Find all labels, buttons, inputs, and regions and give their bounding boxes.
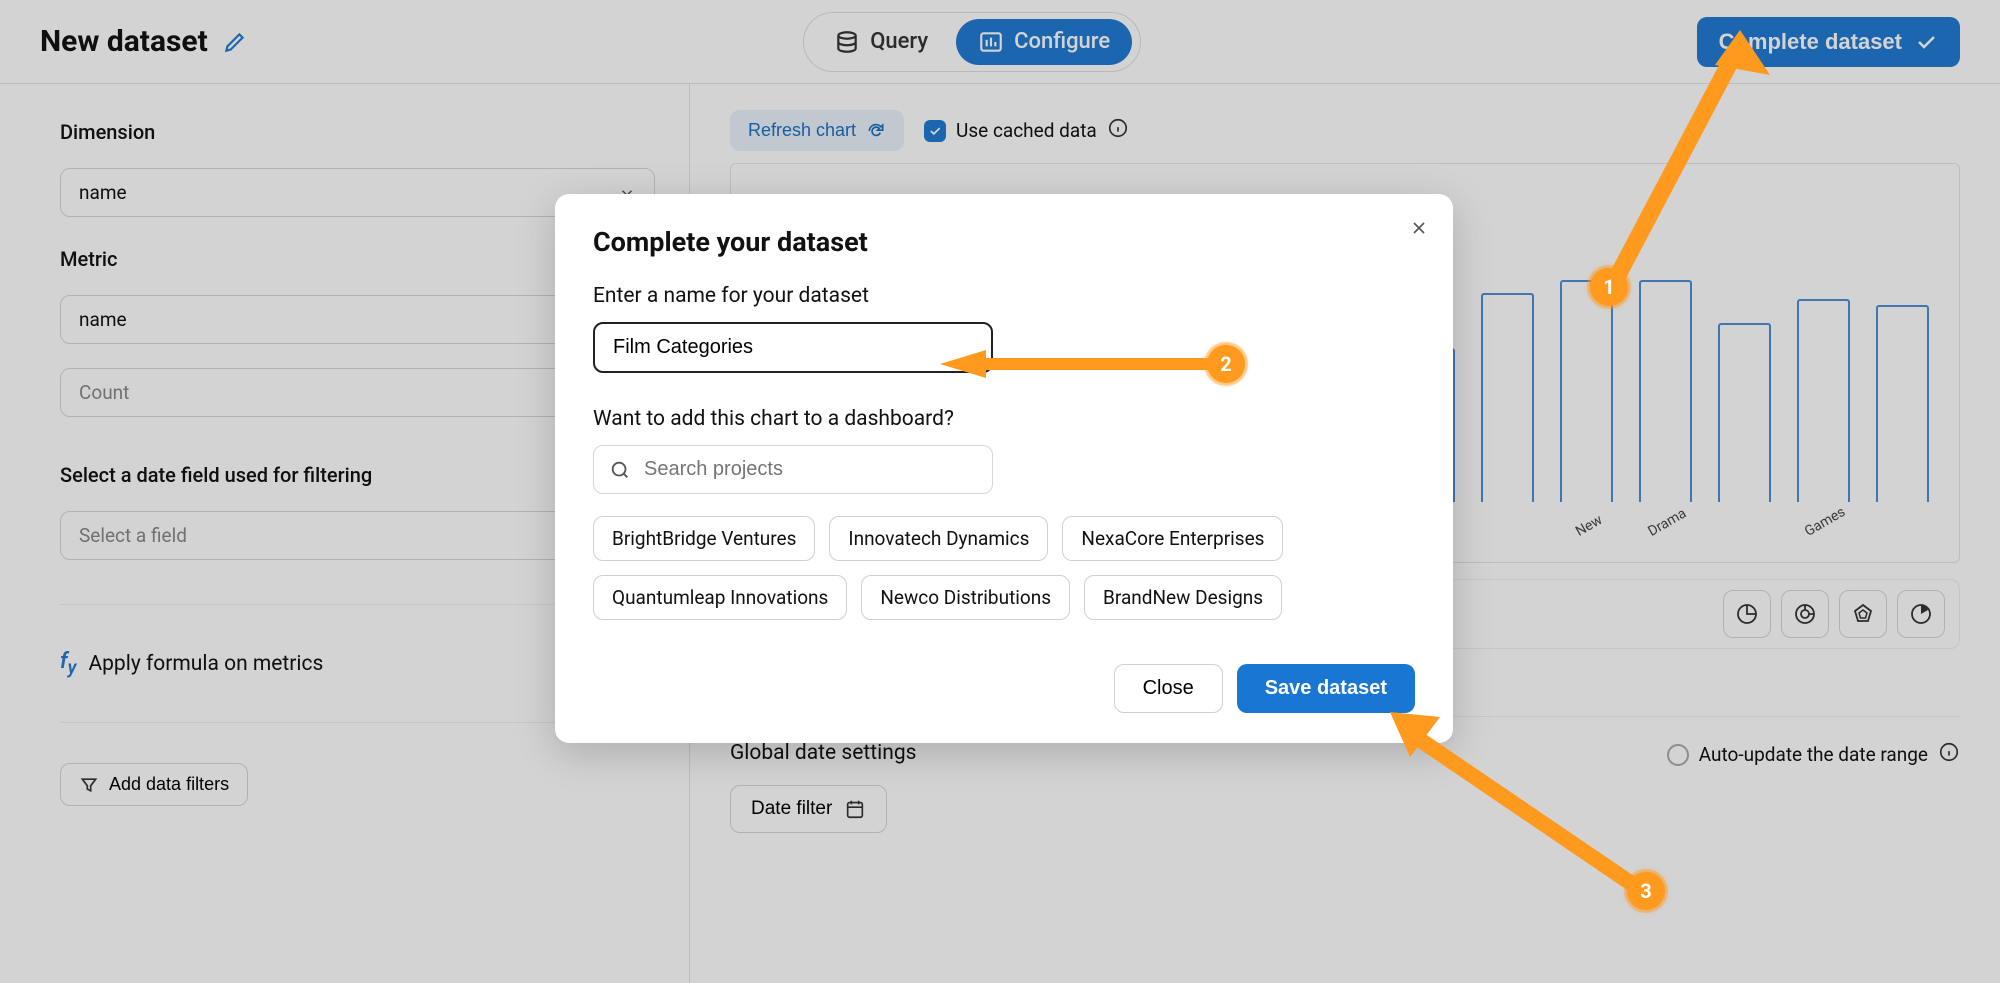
project-chip[interactable]: Newco Distributions bbox=[861, 575, 1070, 620]
modal-close-footer-button[interactable]: Close bbox=[1114, 664, 1223, 713]
modal-close-button[interactable] bbox=[1409, 218, 1429, 241]
project-search-input[interactable] bbox=[593, 445, 993, 494]
project-chips: BrightBridge Ventures Innovatech Dynamics… bbox=[593, 516, 1415, 620]
modal-title: Complete your dataset bbox=[593, 226, 1415, 258]
annotation-marker-1: 1 bbox=[1590, 268, 1628, 306]
annotation-marker-2: 2 bbox=[1207, 345, 1245, 383]
project-chip[interactable]: Innovatech Dynamics bbox=[829, 516, 1048, 561]
project-chip[interactable]: NexaCore Enterprises bbox=[1062, 516, 1283, 561]
project-chip[interactable]: Quantumleap Innovations bbox=[593, 575, 847, 620]
dataset-name-label: Enter a name for your dataset bbox=[593, 284, 1415, 308]
dashboard-prompt: Want to add this chart to a dashboard? bbox=[593, 407, 1415, 431]
complete-dataset-modal: Complete your dataset Enter a name for y… bbox=[555, 194, 1453, 743]
annotation-marker-3: 3 bbox=[1627, 872, 1665, 910]
save-dataset-button[interactable]: Save dataset bbox=[1237, 664, 1415, 713]
search-icon bbox=[609, 459, 631, 481]
project-chip[interactable]: BrightBridge Ventures bbox=[593, 516, 815, 561]
dataset-name-input[interactable] bbox=[593, 322, 993, 373]
project-chip[interactable]: BrandNew Designs bbox=[1084, 575, 1282, 620]
